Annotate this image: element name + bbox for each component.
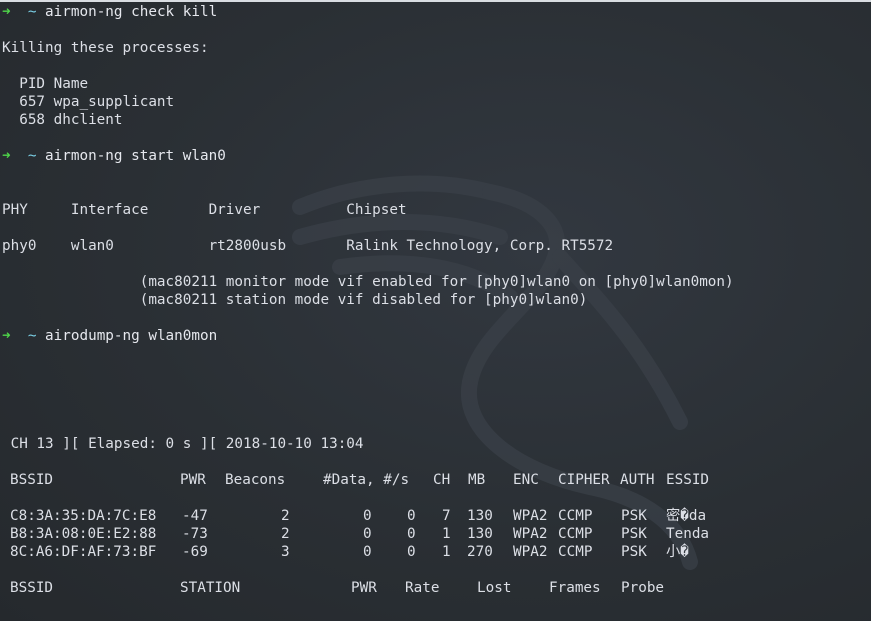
terminal-output: ➜ ~ airmon-ng check kill Killing these pr… bbox=[2, 3, 734, 597]
output-line: 657 wpa_supplicant bbox=[2, 94, 175, 110]
table-cell: 130 bbox=[467, 508, 493, 524]
table-cell: MB bbox=[468, 472, 486, 488]
table-cell: Frames bbox=[549, 580, 601, 596]
table-cell: 1 bbox=[442, 526, 451, 542]
output-line: phy0 wlan0 rt2800usb Ralink Technology, … bbox=[2, 238, 614, 254]
output-line: PHY Interface Driver Chipset bbox=[2, 202, 407, 218]
prompt-line: ➜ ~ airmon-ng check kill bbox=[2, 3, 734, 21]
prompt-arrow-icon: ➜ bbox=[2, 4, 11, 20]
table-cell: 0 bbox=[407, 544, 416, 560]
table-cell: BSSID bbox=[10, 580, 54, 596]
table-cell: WPA2 bbox=[513, 508, 548, 524]
prompt-line: ➜ ~ airodump-ng wlan0mon bbox=[2, 327, 734, 345]
table-cell: Tenda bbox=[666, 526, 710, 542]
table-cell: PSK bbox=[621, 508, 647, 524]
output-line: PID Name bbox=[2, 76, 89, 92]
table-cell: 2 bbox=[281, 526, 290, 542]
table-row: B8:3A:08:0E:E2:88 -73 2 0 0 1 130 WPA2 CCMP PSK Te… bbox=[2, 525, 734, 543]
table-cell: 3 bbox=[281, 544, 290, 560]
output-line: (mac80211 monitor mode vif enabled for [… bbox=[2, 274, 734, 290]
terminal-window[interactable]: ➜ ~ airmon-ng check kill Killing these pr… bbox=[0, 0, 871, 621]
table-cell: CH bbox=[433, 472, 451, 488]
table-cell: CCMP bbox=[558, 544, 593, 560]
table-cell: 0 bbox=[363, 544, 372, 560]
table-cell: B8:3A:08:0E:E2:88 bbox=[10, 526, 157, 542]
table-cell: ESSID bbox=[666, 472, 710, 488]
prompt-directory: ~ bbox=[27, 148, 37, 164]
table-cell: PWR bbox=[351, 580, 377, 596]
prompt-arrow-icon: ➜ bbox=[2, 328, 11, 344]
prompt-directory: ~ bbox=[27, 4, 37, 20]
table-cell: 2 bbox=[281, 508, 290, 524]
table-cell: 130 bbox=[467, 526, 493, 542]
table-cell: Beacons bbox=[225, 472, 286, 488]
table-cell: PSK bbox=[621, 544, 647, 560]
table-cell: 8C:A6:DF:AF:73:BF bbox=[10, 544, 157, 560]
table-cell: #Data, #/s bbox=[323, 472, 410, 488]
table-cell: PSK bbox=[621, 526, 647, 542]
table-cell: CCMP bbox=[558, 508, 593, 524]
table-cell: Probe bbox=[621, 580, 665, 596]
table-cell: ENC bbox=[513, 472, 539, 488]
prompt-command: airodump-ng wlan0mon bbox=[45, 328, 218, 344]
table-cell: 0 bbox=[407, 526, 416, 542]
table-cell: STATION bbox=[180, 580, 241, 596]
table-cell: 7 bbox=[442, 508, 451, 524]
table-cell: 0 bbox=[363, 526, 372, 542]
table-cell: WPA2 bbox=[513, 526, 548, 542]
table-row: 8C:A6:DF:AF:73:BF -69 3 0 0 1 270 WPA2 CCMP PSK 小� bbox=[2, 543, 734, 561]
table-row: BSSID STATION PWR Rate Lost Frames Probe bbox=[2, 579, 734, 597]
table-row: C8:3A:35:DA:7C:E8 -47 2 0 0 7 130 WPA2 CCMP PSK 密�… bbox=[2, 507, 734, 525]
table-cell: 270 bbox=[467, 544, 493, 560]
prompt-line: ➜ ~ airmon-ng start wlan0 bbox=[2, 147, 734, 165]
table-cell: -73 bbox=[182, 526, 208, 542]
prompt-command: airmon-ng start wlan0 bbox=[45, 148, 226, 164]
prompt-directory: ~ bbox=[27, 328, 37, 344]
prompt-command: airmon-ng check kill bbox=[45, 4, 218, 20]
table-cell: PWR bbox=[180, 472, 206, 488]
table-cell: C8:3A:35:DA:7C:E8 bbox=[10, 508, 157, 524]
table-cell: Lost bbox=[477, 580, 512, 596]
table-row: BSSID PWR Beacons #Data, #/s CH MB ENC CIPHER AU… bbox=[2, 471, 734, 489]
table-cell: -47 bbox=[182, 508, 208, 524]
output-line: 658 dhclient bbox=[2, 112, 123, 128]
table-cell: 小� bbox=[666, 544, 689, 560]
table-cell: 0 bbox=[363, 508, 372, 524]
table-cell: CIPHER bbox=[558, 472, 610, 488]
prompt-arrow-icon: ➜ bbox=[2, 148, 11, 164]
output-line: (mac80211 station mode vif disabled for … bbox=[2, 292, 588, 308]
table-cell: 0 bbox=[407, 508, 416, 524]
table-cell: CCMP bbox=[558, 526, 593, 542]
table-cell: WPA2 bbox=[513, 544, 548, 560]
table-cell: AUTH bbox=[620, 472, 655, 488]
table-cell: 密�da bbox=[666, 508, 707, 524]
table-cell: BSSID bbox=[10, 472, 54, 488]
table-cell: 1 bbox=[442, 544, 451, 560]
table-cell: Rate bbox=[405, 580, 440, 596]
output-line: CH 13 ][ Elapsed: 0 s ][ 2018-10-10 13:0… bbox=[2, 436, 364, 452]
output-line: Killing these processes: bbox=[2, 40, 209, 56]
table-cell: -69 bbox=[182, 544, 208, 560]
